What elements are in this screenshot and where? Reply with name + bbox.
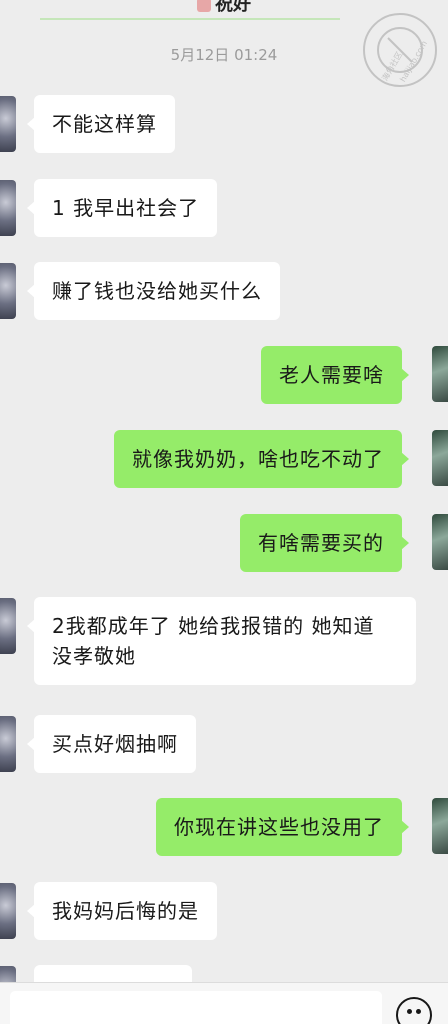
incoming-message[interactable]: 1 我早出社会了 <box>26 179 218 237</box>
input-bar <box>0 982 448 1024</box>
contact-avatar[interactable] <box>0 180 16 236</box>
my-avatar[interactable] <box>432 798 448 854</box>
emoji-icon[interactable] <box>396 997 432 1024</box>
title-emoji-icon <box>197 0 211 12</box>
incoming-message[interactable]: 买点好烟抽啊 <box>27 715 196 773</box>
outgoing-message[interactable]: 有啥需要买的 <box>240 514 409 572</box>
contact-avatar[interactable] <box>0 598 16 654</box>
message-input[interactable] <box>10 991 382 1024</box>
incoming-message[interactable]: 我妈妈后悔的是 <box>27 882 217 940</box>
header-divider <box>40 18 340 20</box>
emoji-eye-left <box>407 1009 412 1014</box>
my-avatar[interactable] <box>432 346 448 402</box>
outgoing-message[interactable]: 就像我奶奶，啥也吃不动了 <box>114 430 409 488</box>
my-avatar[interactable] <box>432 430 448 486</box>
incoming-message[interactable]: 不能这样算 <box>27 95 175 153</box>
outgoing-message[interactable]: 你现在讲这些也没用了 <box>156 798 409 856</box>
contact-avatar[interactable] <box>0 96 16 152</box>
message-timestamp: 5月12日 01:24 <box>170 46 278 64</box>
contact-avatar[interactable] <box>0 716 16 772</box>
contact-avatar[interactable] <box>0 883 16 939</box>
contact-avatar[interactable] <box>0 263 16 319</box>
incoming-message[interactable]: 赚了钱也没给她买什么 <box>27 262 280 320</box>
incoming-message[interactable]: 2我都成年了 她给我报错的 她知道 没孝敬她 <box>27 597 416 685</box>
outgoing-message[interactable]: 老人需要啥 <box>261 346 409 404</box>
emoji-eye-right <box>416 1009 421 1014</box>
my-avatar[interactable] <box>432 514 448 570</box>
